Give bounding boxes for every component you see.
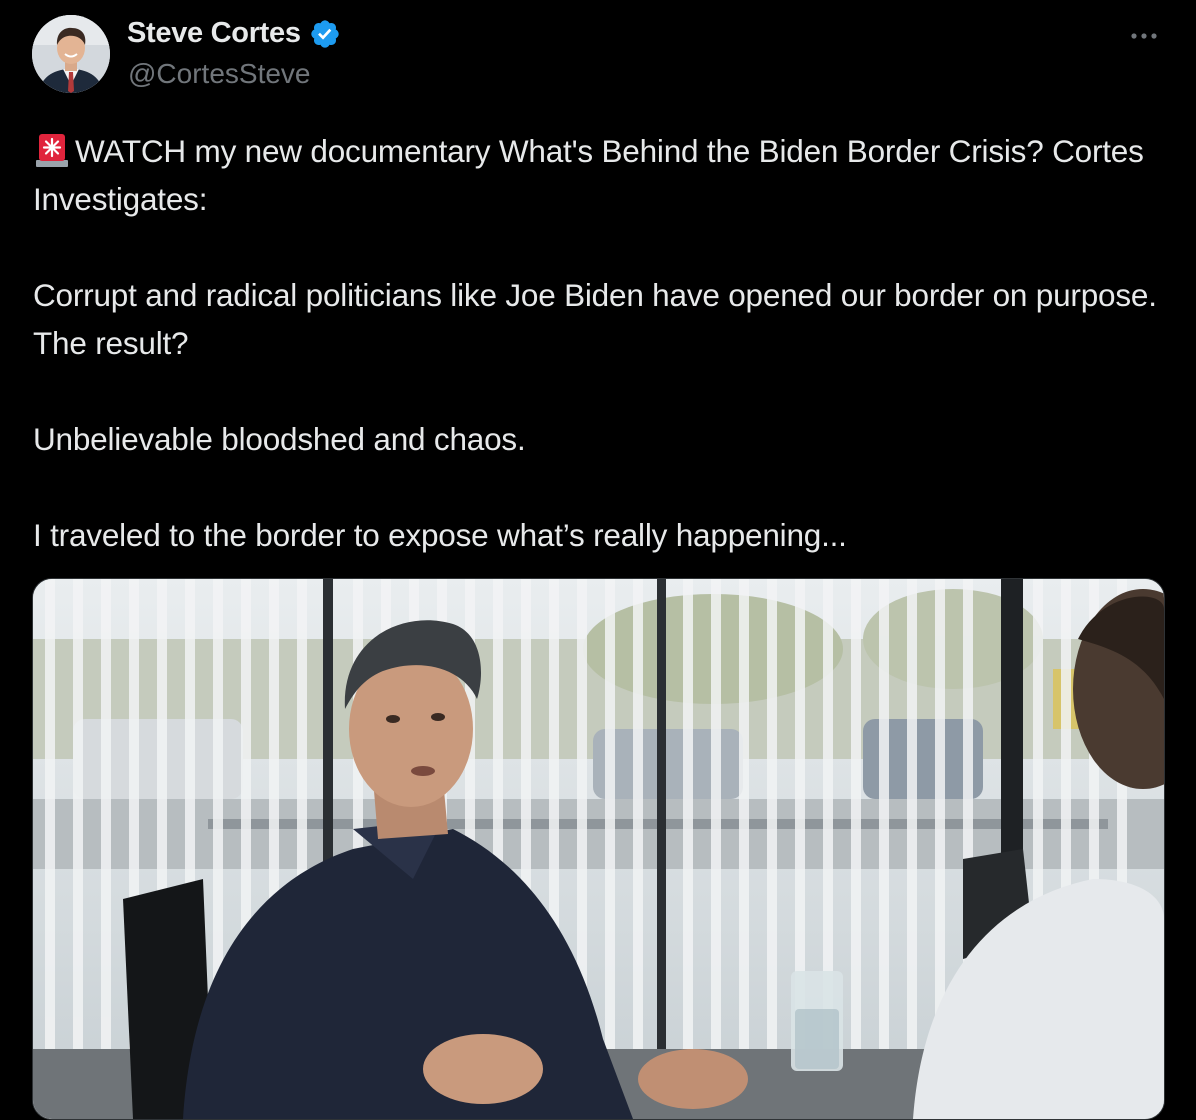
tweet-paragraph: WATCH my new documentary What's Behind t… bbox=[33, 127, 1173, 223]
tweet-paragraph-2: Corrupt and radical politicians like Joe… bbox=[33, 277, 1157, 361]
author-name-row: Steve Cortes bbox=[127, 17, 341, 50]
avatar[interactable] bbox=[32, 15, 110, 93]
verified-badge-icon[interactable] bbox=[309, 18, 341, 50]
tweet-paragraph-3: Unbelievable bloodshed and chaos. bbox=[33, 421, 526, 457]
interview-video-thumbnail-icon bbox=[33, 579, 1164, 1119]
tweet-paragraph-4: I traveled to the border to expose what’… bbox=[33, 517, 847, 553]
author-display-name[interactable]: Steve Cortes bbox=[127, 17, 301, 50]
profile-photo-icon bbox=[32, 15, 110, 93]
tweet: Steve Cortes @CortesSteve WATCH my new d… bbox=[0, 0, 1196, 1120]
more-options-icon[interactable] bbox=[1128, 24, 1160, 48]
tweet-paragraph-1: WATCH my new documentary What's Behind t… bbox=[33, 133, 1144, 217]
police-light-emoji-icon bbox=[36, 134, 68, 167]
tweet-text: WATCH my new documentary What's Behind t… bbox=[33, 127, 1173, 559]
media-video-thumbnail[interactable] bbox=[32, 578, 1165, 1120]
author-handle[interactable]: @CortesSteve bbox=[128, 58, 311, 90]
